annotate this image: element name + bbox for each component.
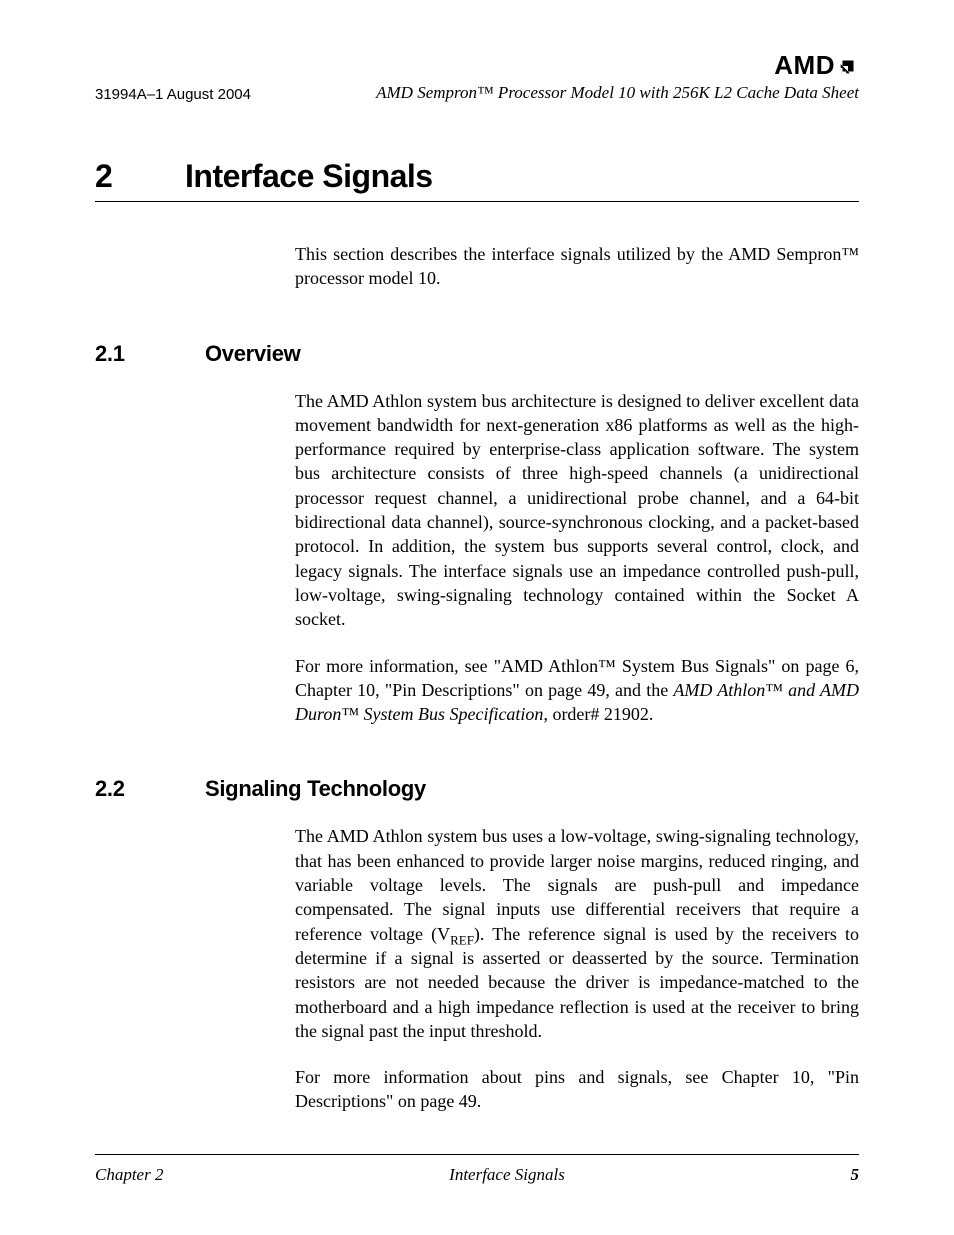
section-number: 2.2 [95,776,205,802]
amd-logo: AMD [774,50,859,81]
section-body: The AMD Athlon system bus uses a low-vol… [295,824,859,1135]
page-header: 31994A–1 August 2004 AMD AMD Sempron™ Pr… [95,50,859,103]
spacer [95,1136,859,1144]
chapter-title: Interface Signals [185,158,433,195]
paragraph: For more information, see "AMD Athlon™ S… [295,654,859,727]
footer-center: Interface Signals [449,1165,565,1185]
logo-text: AMD [774,50,835,81]
section-number: 2.1 [95,341,205,367]
section-heading: 2.2 Signaling Technology [95,776,859,802]
page: 31994A–1 August 2004 AMD AMD Sempron™ Pr… [0,0,954,1235]
chapter-heading: 2 Interface Signals [95,158,859,202]
section-body: The AMD Athlon system bus architecture i… [295,389,859,749]
section-title: Overview [205,341,300,367]
footer-page-number: 5 [851,1165,860,1185]
chapter-number: 2 [95,158,185,195]
section-title: Signaling Technology [205,776,426,802]
chapter-intro: This section describes the interface sig… [295,242,859,291]
paragraph: The AMD Athlon system bus architecture i… [295,389,859,632]
footer-left: Chapter 2 [95,1165,163,1185]
doc-title: AMD Sempron™ Processor Model 10 with 256… [376,83,859,103]
chapter-intro-block: This section describes the interface sig… [295,242,859,313]
page-footer: Chapter 2 Interface Signals 5 [95,1154,859,1185]
amd-arrow-icon [837,55,859,77]
paragraph: The AMD Athlon system bus uses a low-vol… [295,824,859,1043]
section-heading: 2.1 Overview [95,341,859,367]
header-right: AMD AMD Sempron™ Processor Model 10 with… [376,50,859,103]
doc-id: 31994A–1 August 2004 [95,86,251,103]
paragraph: For more information about pins and sign… [295,1065,859,1114]
